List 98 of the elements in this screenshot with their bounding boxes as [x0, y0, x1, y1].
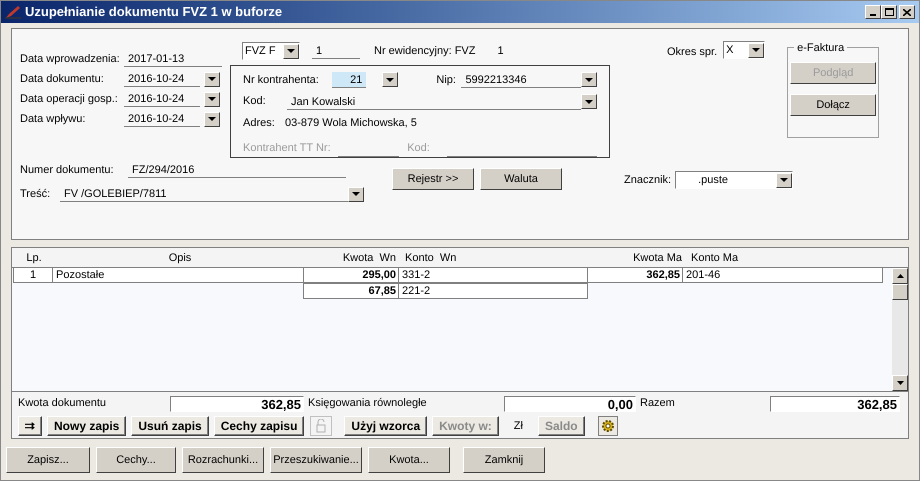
field-label: Kod: — [243, 94, 267, 110]
column-header: Konto Wn — [404, 250, 458, 266]
footer-button[interactable]: Zapisz... — [6, 447, 90, 473]
action-button[interactable]: Waluta — [480, 168, 562, 190]
date-field[interactable]: 2016-10-24 — [124, 111, 200, 127]
minimize-button[interactable] — [865, 5, 881, 19]
register-value: 1 — [497, 44, 504, 59]
number-field[interactable]: 1 — [312, 43, 360, 59]
document-number-field[interactable]: FZ/294/2016 — [128, 162, 346, 178]
table-cell: 67,85 — [303, 282, 399, 299]
address-text: 03-879 Wola Michowska, 5 — [285, 116, 417, 132]
table-cell: 362,85 — [587, 266, 683, 283]
date-field[interactable]: 2016-10-24 — [124, 91, 200, 107]
field-label: Nip: — [436, 72, 457, 88]
register-combo[interactable]: FVZ F — [242, 42, 300, 60]
field-label: Znacznik: — [624, 172, 672, 188]
toolbar-button[interactable]: Cechy zapisu — [214, 416, 304, 436]
dropdown-button[interactable] — [748, 42, 764, 58]
efaktura-button[interactable]: Dołącz — [790, 94, 876, 116]
dropdown-button[interactable] — [204, 92, 220, 106]
field-label: Kontrahent TT Nr: — [243, 141, 332, 156]
dropdown-button[interactable] — [204, 112, 220, 126]
footer-button[interactable]: Przeszukiwanie... — [270, 447, 362, 473]
field-label: Data operacji gosp.: — [20, 92, 119, 107]
column-header: Opis — [168, 250, 192, 266]
window-title: Uzupełnianie dokumentu FVZ 1 w buforze — [25, 3, 282, 22]
table-cell: 1 — [13, 266, 53, 283]
footer-button[interactable]: Kwota... — [368, 447, 450, 473]
table-cell: 295,00 — [303, 266, 399, 283]
total-label: Kwota dokumentu — [18, 396, 108, 412]
pen-icon — [5, 5, 21, 19]
table-cell: 201-46 — [682, 266, 883, 283]
field-label: Data wprowadzenia: — [20, 52, 121, 67]
maximize-button[interactable] — [881, 5, 897, 19]
scrollbar[interactable] — [892, 268, 908, 391]
caret-icon — [208, 117, 216, 121]
close-icon — [903, 8, 911, 16]
action-button[interactable]: Rejestr >> — [392, 168, 474, 190]
field-label: Treść: — [20, 186, 52, 202]
scroll-thumb[interactable] — [892, 284, 908, 300]
code-field[interactable]: Jan Kowalski — [287, 94, 581, 110]
down-arrow-icon — [896, 380, 904, 385]
column-header: Lp. — [25, 250, 43, 266]
field-label: Kod: — [407, 141, 431, 156]
caret-icon — [752, 48, 760, 52]
column-header: Kwota Wn — [342, 250, 397, 266]
table-cell: 221-2 — [398, 282, 588, 299]
total-value: 0,00 — [504, 396, 636, 412]
dropdown-button[interactable] — [581, 72, 597, 88]
total-value: 362,85 — [770, 396, 900, 412]
footer-button[interactable]: Rozrachunki... — [182, 447, 264, 473]
field-label: Numer dokumentu: — [20, 162, 115, 178]
table-cell: Pozostałe — [52, 266, 304, 283]
caret-icon — [780, 178, 788, 182]
toolbar-button[interactable]: Usuń zapis — [131, 416, 209, 436]
date-field[interactable]: 2016-10-24 — [124, 71, 200, 87]
field-label: Okres spr. — [667, 45, 718, 60]
currency-label: Zł — [514, 418, 523, 434]
field-label: Nr kontrahenta: — [243, 72, 320, 88]
caret-icon — [287, 49, 295, 53]
caret-icon — [352, 192, 360, 196]
register-label: Nr ewidencyjny: FVZ — [374, 44, 476, 59]
content-field[interactable]: FV /GOLEBIEP/7811 — [60, 186, 348, 202]
field-label: Data wpływu: — [20, 112, 86, 127]
dropdown-button[interactable] — [204, 72, 220, 86]
date-field[interactable]: 2017-01-13 — [124, 51, 222, 67]
close-button[interactable] — [899, 5, 915, 19]
caret-icon — [585, 100, 593, 104]
total-label: Księgowania równoległe — [307, 396, 428, 412]
dropdown-button[interactable] — [581, 94, 597, 110]
footer-button[interactable]: Zamknij — [463, 447, 545, 473]
dropdown-button[interactable] — [283, 44, 299, 58]
table-cell: 331-2 — [398, 266, 588, 283]
period-combo[interactable]: X — [723, 41, 766, 59]
gear-icon — [600, 418, 616, 434]
field-label: Data dokumentu: — [20, 72, 105, 87]
dropdown-button[interactable] — [776, 172, 792, 188]
up-arrow-icon — [896, 274, 904, 278]
double-arrow-icon — [25, 420, 35, 432]
contractor-number-field[interactable]: 21 — [332, 72, 366, 88]
caret-icon — [208, 97, 216, 101]
total-label: Razem — [639, 396, 676, 412]
footer-button[interactable]: Cechy... — [96, 447, 176, 473]
toolbar-button[interactable]: Użyj wzorca — [344, 416, 428, 436]
column-header: Konto Ma — [690, 250, 740, 266]
caret-icon — [208, 77, 216, 81]
caret-icon — [585, 78, 593, 82]
field-label: Adres: — [243, 116, 276, 132]
toolbar-button[interactable]: Nowy zapis — [47, 416, 126, 436]
caret-icon — [386, 78, 394, 82]
marker-combo[interactable]: .puste — [675, 171, 794, 189]
gear-icon-button[interactable] — [598, 416, 618, 436]
dropdown-button[interactable] — [382, 72, 398, 88]
swap-icon-button[interactable] — [18, 416, 42, 436]
dropdown-button[interactable] — [348, 186, 364, 202]
total-value: 362,85 — [170, 396, 304, 412]
padlock-icon — [316, 419, 326, 434]
column-header: Kwota Ma — [632, 250, 683, 266]
